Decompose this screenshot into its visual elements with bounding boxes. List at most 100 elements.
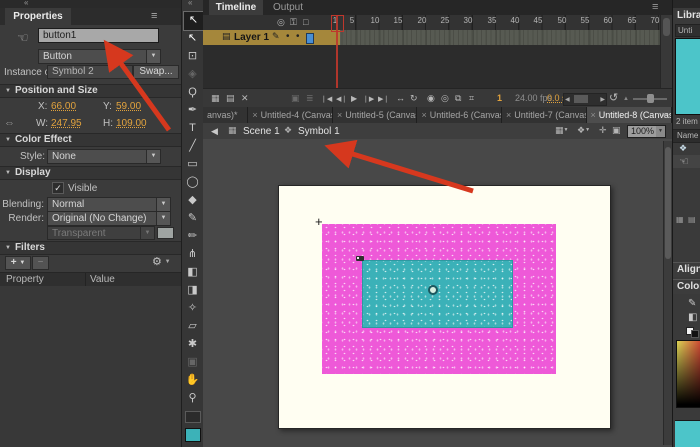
visible-checkbox[interactable]: ✓ xyxy=(52,182,64,194)
timeline-horizontal-scrollbar[interactable]: ◀ ▶ xyxy=(563,93,607,106)
slider-thumb[interactable] xyxy=(647,94,654,103)
fill-color-swatch[interactable] xyxy=(185,428,201,442)
frame-ruler[interactable]: 1 5 10 15 20 25 30 35 40 45 50 55 60 65 … xyxy=(333,15,672,31)
new-folder-icon[interactable]: ▤ xyxy=(688,215,696,224)
new-folder-button[interactable]: ▤ xyxy=(226,93,235,104)
x-value[interactable]: 66.00 xyxy=(51,101,76,112)
tab-timeline[interactable]: Timeline xyxy=(209,0,263,15)
doc-tab-untitled-7[interactable]: × Untitled-7 (Canvas)* xyxy=(502,107,586,123)
current-fill-swatch[interactable] xyxy=(675,420,700,447)
paint-bucket-tool[interactable]: ◧ xyxy=(183,263,202,281)
hand-tool[interactable]: ✋ xyxy=(183,371,202,389)
scroll-left-arrow[interactable]: ◀ xyxy=(565,96,570,103)
w-value[interactable]: 247.95 xyxy=(51,118,82,129)
lock-all-icon[interactable]: ⚿ xyxy=(290,17,297,28)
edit-symbols-button[interactable]: ❖▼ xyxy=(577,125,590,136)
center-frame-button[interactable]: ↔ xyxy=(396,93,405,103)
expand-dock-icon[interactable]: » xyxy=(662,109,667,119)
step-back-button[interactable]: ◀❘ xyxy=(336,95,347,103)
subselection-tool[interactable]: ↖ xyxy=(183,29,202,47)
breadcrumb-symbol[interactable]: Symbol 1 xyxy=(298,126,340,137)
rectangle-tool[interactable]: ▭ xyxy=(183,155,202,173)
selection-tool[interactable]: ↖ xyxy=(183,11,204,31)
loop-playback-button[interactable]: ↻ xyxy=(410,93,418,104)
library-name-column-header[interactable]: Name xyxy=(673,129,700,143)
center-stage-button[interactable]: ✛ xyxy=(599,125,607,136)
remove-filter-button[interactable]: − xyxy=(32,256,49,270)
color-panel-header[interactable]: Color xyxy=(673,279,700,294)
render-dropdown[interactable]: Original (No Change) ▼ xyxy=(47,211,171,226)
timeline-zoom-out-icon[interactable]: ▲ xyxy=(623,96,629,102)
section-display[interactable]: ▼Display xyxy=(0,166,181,180)
stroke-color-tool-icon[interactable]: ✎ xyxy=(688,298,696,309)
swap-button[interactable]: Swap... xyxy=(133,65,179,79)
asset-warp-tool[interactable]: ✱ xyxy=(183,335,202,353)
layer-lock-dot[interactable]: • xyxy=(296,31,300,42)
go-to-first-frame-button[interactable]: ❘◀ xyxy=(321,95,332,103)
edit-scene-button[interactable]: ▦▼ xyxy=(555,125,568,136)
section-filters[interactable]: ▼Filters xyxy=(0,241,181,255)
brush-tool[interactable]: ✏ xyxy=(183,227,202,245)
zoom-tool[interactable]: ⚲ xyxy=(183,389,202,407)
ink-bottle-tool[interactable]: ◨ xyxy=(183,281,202,299)
close-icon[interactable]: × xyxy=(421,110,426,120)
close-icon[interactable]: × xyxy=(591,110,596,120)
section-position-size[interactable]: ▼Position and Size xyxy=(0,84,181,98)
layer-row[interactable]: ▤ Layer 1 ✎ • • xyxy=(203,30,333,45)
library-panel-title[interactable]: Libra xyxy=(677,10,700,21)
close-icon[interactable]: × xyxy=(506,110,511,120)
library-document-dropdown[interactable]: Unti xyxy=(675,24,700,37)
play-button[interactable]: ▶ xyxy=(351,94,357,103)
stage-zoom-control[interactable]: 100% ▼ xyxy=(627,125,666,138)
panel-menu-icon[interactable]: ≡ xyxy=(652,1,658,13)
link-dimensions-icon[interactable]: ⇔ xyxy=(4,117,15,129)
oval-tool[interactable]: ◯ xyxy=(183,173,202,191)
show-hide-all-eye-icon[interactable]: ◎ xyxy=(277,17,285,28)
eyedropper-tool[interactable]: ✧ xyxy=(183,299,202,317)
layer-visibility-dot[interactable]: • xyxy=(286,31,290,42)
eraser-tool[interactable]: ▱ xyxy=(183,317,202,335)
layer-name[interactable]: Layer 1 xyxy=(234,32,269,43)
reset-timeline-zoom-button[interactable]: ↺ xyxy=(609,91,618,104)
breadcrumb-scene[interactable]: Scene 1 xyxy=(243,126,280,137)
free-transform-tool[interactable]: ⊡ xyxy=(183,47,202,65)
symbol-type-dropdown[interactable]: Button ▼ xyxy=(38,49,161,64)
pencil-tool[interactable]: ✎ xyxy=(183,209,202,227)
onion-skin-outlines-button[interactable]: ◎ xyxy=(441,93,449,104)
3d-rotation-tool[interactable]: ◈ xyxy=(183,65,202,83)
outline-all-icon[interactable]: □ xyxy=(303,17,308,27)
transform-center-point[interactable] xyxy=(428,285,438,295)
doc-tab-untitled-8[interactable]: × Untitled-8 (Canvas)* xyxy=(587,107,671,123)
tab-properties[interactable]: Properties xyxy=(5,8,71,25)
scrollbar-thumb[interactable] xyxy=(665,147,671,259)
bone-tool[interactable]: ⋔ xyxy=(183,245,202,263)
inner-teal-rectangle[interactable] xyxy=(362,260,513,328)
collapse-tools-icon[interactable]: « xyxy=(188,0,192,7)
frame-strip[interactable] xyxy=(333,30,660,46)
instance-name-input[interactable]: button1 xyxy=(38,28,159,43)
stroke-color-swatch[interactable] xyxy=(185,411,201,423)
collapse-dock-icon[interactable]: « xyxy=(24,0,28,7)
layer-depth-button[interactable]: ≣ xyxy=(306,93,314,104)
step-forward-button[interactable]: ❘▶ xyxy=(363,95,374,103)
scroll-right-arrow[interactable]: ▶ xyxy=(600,96,605,103)
camera-button[interactable]: ▣ xyxy=(291,93,300,104)
stage-vertical-scrollbar[interactable] xyxy=(663,141,672,445)
color-spectrum-picker[interactable] xyxy=(676,340,700,408)
close-icon[interactable]: × xyxy=(337,110,342,120)
y-value[interactable]: 59.00 xyxy=(116,101,141,112)
onion-skin-button[interactable]: ◉ xyxy=(427,93,435,104)
lasso-tool[interactable]: Ϙ xyxy=(183,83,202,101)
scrollbar-thumb[interactable] xyxy=(663,18,670,36)
swap-colors-swatch[interactable] xyxy=(691,330,699,338)
camera-tool[interactable]: ▣ xyxy=(183,353,202,371)
stage-zoom-value[interactable]: 100% xyxy=(628,126,656,137)
fill-color-tool-icon[interactable]: ◧ xyxy=(688,312,697,323)
text-tool[interactable]: T xyxy=(183,119,202,137)
edit-multiple-frames-button[interactable]: ⧉ xyxy=(455,93,461,104)
line-tool[interactable]: ╱ xyxy=(183,137,202,155)
h-value[interactable]: 109.00 xyxy=(116,118,147,129)
new-symbol-icon[interactable]: ▦ xyxy=(676,215,684,224)
delete-layer-button[interactable]: ✕ xyxy=(241,93,249,104)
stage-pasteboard[interactable]: + xyxy=(203,139,672,447)
